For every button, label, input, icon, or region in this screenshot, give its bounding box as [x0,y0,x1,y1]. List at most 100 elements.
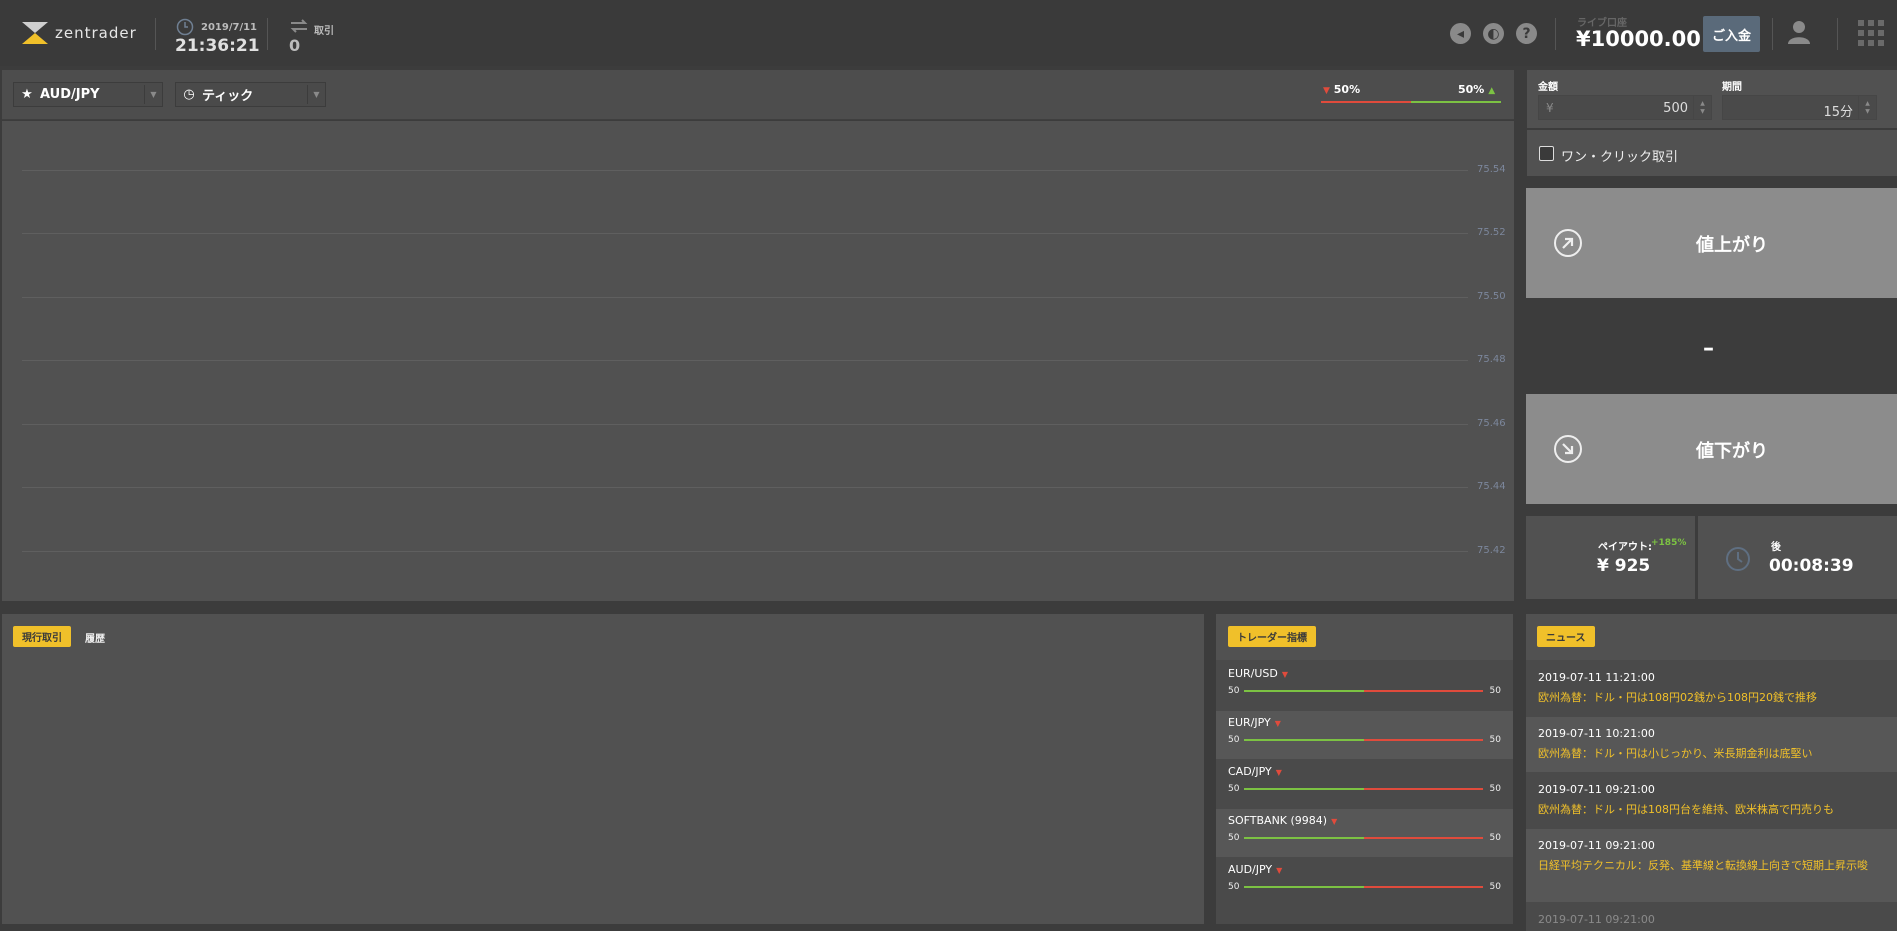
clock-icon: ◷ [183,87,195,102]
y-tick-label: 75.44 [1477,481,1506,492]
header-divider [1772,18,1773,50]
gridline [22,487,1468,488]
trader-asset: EUR/JPY ▼ [1228,716,1281,729]
chevron-down-icon[interactable]: ▼ [307,85,325,104]
amount-field[interactable]: ¥ 500 ▲ ▼ [1538,95,1712,120]
user-icon[interactable] [1788,20,1810,48]
one-click-checkbox[interactable] [1539,146,1554,161]
news-headline[interactable]: 日経平均テクニカル：反発、基準線と転換線上向きで短期上昇示唆 [1538,857,1883,875]
y-tick-label: 75.54 [1477,164,1506,175]
currency-symbol: ¥ [1546,101,1554,115]
period-stepper[interactable]: ▲ ▼ [1858,96,1876,119]
news-headline[interactable]: 欧州為替：ドル・円は108円02銭から108円20銭で推移 [1538,689,1883,707]
amount-label: 金額 [1538,82,1558,93]
gridline [22,360,1468,361]
news-title: ニュース [1537,626,1595,647]
y-tick-label: 75.50 [1477,291,1506,302]
gridline [22,424,1468,425]
top-bar: zentrader 2019/7/11 21:36:21 取引 0 ◂ ◐ ? … [0,0,1897,66]
expiry-panel: 後 00:08:39 [1698,516,1897,599]
star-icon[interactable]: ★ [20,87,34,102]
trader-row[interactable]: SOFTBANK (9984) ▼ 50 50 [1216,809,1513,857]
price-chart[interactable]: 75.54 75.52 75.50 75.48 75.46 75.44 75.4… [2,121,1514,601]
news-item[interactable]: 2019-07-11 10:21:00 欧州為替：ドル・円は小じっかり、米長期金… [1526,717,1897,772]
header-divider [1555,18,1556,50]
tab-current-trades[interactable]: 現行取引 [13,626,71,647]
help-icon[interactable]: ? [1516,23,1537,44]
down-arrow-icon: ▼ [1331,817,1338,826]
zentrader-logo-icon [22,22,48,44]
expiry-countdown: 00:08:39 [1769,556,1854,576]
trader-indicator-panel: トレーダー指標 EUR/USD ▼ 50 50 EUR/JPY ▼ 50 50 CA… [1216,614,1513,924]
trader-row[interactable]: EUR/JPY ▼ 50 50 [1216,711,1513,759]
asset-select[interactable]: ★ AUD/JPY ▼ [13,82,163,107]
trades-panel: 現行取引 履歴 [2,614,1204,924]
trader-bar-up [1244,837,1364,839]
news-item[interactable]: 2019-07-11 11:21:00 欧州為替：ドル・円は108円02銭から1… [1526,661,1897,716]
deposit-button[interactable]: ご入金 [1703,16,1760,52]
one-click-label[interactable]: ワン・クリック取引 [1561,146,1678,165]
trader-bar-up [1244,886,1364,888]
trader-right-value: 50 [1489,784,1501,794]
trader-row[interactable]: CAD/JPY ▼ 50 50 [1216,760,1513,808]
timer-icon [1725,546,1751,576]
trader-row[interactable]: AUD/JPY ▼ 50 50 [1216,858,1513,906]
period-label: 期間 [1722,82,1742,93]
down-arrow-icon: ▼ [1275,768,1282,777]
trader-left-value: 50 [1228,686,1240,696]
chevron-down-icon[interactable]: ▼ [144,85,162,104]
news-headline[interactable]: 欧州為替：ドル・円は小じっかり、米長期金利は底堅い [1538,745,1883,763]
trader-row[interactable]: EUR/USD ▼ 50 50 [1216,662,1513,710]
trader-bar-up [1244,739,1364,741]
trader-left-value: 50 [1228,735,1240,745]
one-click-panel: ワン・クリック取引 [1527,130,1897,176]
contrast-icon[interactable]: ◐ [1483,23,1504,44]
trader-left-value: 50 [1228,833,1240,843]
trader-asset-name: SOFTBANK (9984) [1228,814,1328,827]
news-item[interactable]: 2019-07-11 09:21:00 欧州為替：ドル・円は108円台を維持、欧… [1526,773,1897,828]
chart-type-select[interactable]: ◷ ティック ▼ [175,82,326,107]
gridline [22,170,1468,171]
call-label: 値上がり [1696,235,1768,256]
logo[interactable]: zentrader [20,20,137,46]
tab-history[interactable]: 履歴 [85,630,105,645]
news-panel: ニュース 2019-07-11 11:21:00 欧州為替：ドル・円は108円0… [1526,614,1897,931]
period-field[interactable]: 15分 ▲ ▼ [1722,95,1877,120]
put-label: 値下がり [1696,441,1768,462]
trader-bar-down [1364,690,1483,692]
payout-value: ¥ 925 [1597,556,1651,576]
clock-time: 21:36:21 [175,36,260,56]
trader-asset: CAD/JPY ▼ [1228,765,1282,778]
put-button[interactable]: 値下がり [1526,394,1897,504]
call-button[interactable]: 値上がり [1526,188,1897,298]
trader-right-value: 50 [1489,686,1501,696]
gridline [22,297,1468,298]
sound-icon[interactable]: ◂ [1450,23,1471,44]
down-arrow-icon: ▼ [1276,866,1283,875]
trader-asset-name: CAD/JPY [1228,765,1272,778]
trader-bar-down [1364,837,1483,839]
amount-stepper[interactable]: ▲ ▼ [1693,96,1711,119]
news-item[interactable]: 2019-07-11 09:21:00 [1526,903,1897,931]
news-item[interactable]: 2019-07-11 09:21:00 日経平均テクニカル：反発、基準線と転換線… [1526,829,1897,902]
apps-grid-icon[interactable] [1858,20,1884,50]
amount-value: 500 [1663,101,1688,116]
y-tick-label: 75.52 [1477,227,1506,238]
trader-left-value: 50 [1228,882,1240,892]
sentiment-up: 50% ▲ [1458,83,1495,96]
trader-bar-up [1244,690,1364,692]
chart-type-label: ティック [202,89,254,104]
trader-indicator-header: トレーダー指標 [1216,614,1513,660]
trader-asset-name: EUR/USD [1228,667,1278,680]
trader-asset-name: EUR/JPY [1228,716,1271,729]
period-value: 15分 [1823,105,1853,120]
expiry-label: 後 [1771,542,1781,553]
news-headline[interactable]: 欧州為替：ドル・円は108円台を維持、欧米株高で円売りも [1538,801,1883,819]
sentiment-bar-down [1321,101,1411,103]
trades-label: 取引 [314,26,334,37]
arrow-down-right-icon [1554,435,1582,463]
date-label: 2019/7/11 [201,22,258,33]
current-price: – [1703,336,1714,361]
sentiment-bar-up [1411,101,1501,103]
y-tick-label: 75.48 [1477,354,1506,365]
